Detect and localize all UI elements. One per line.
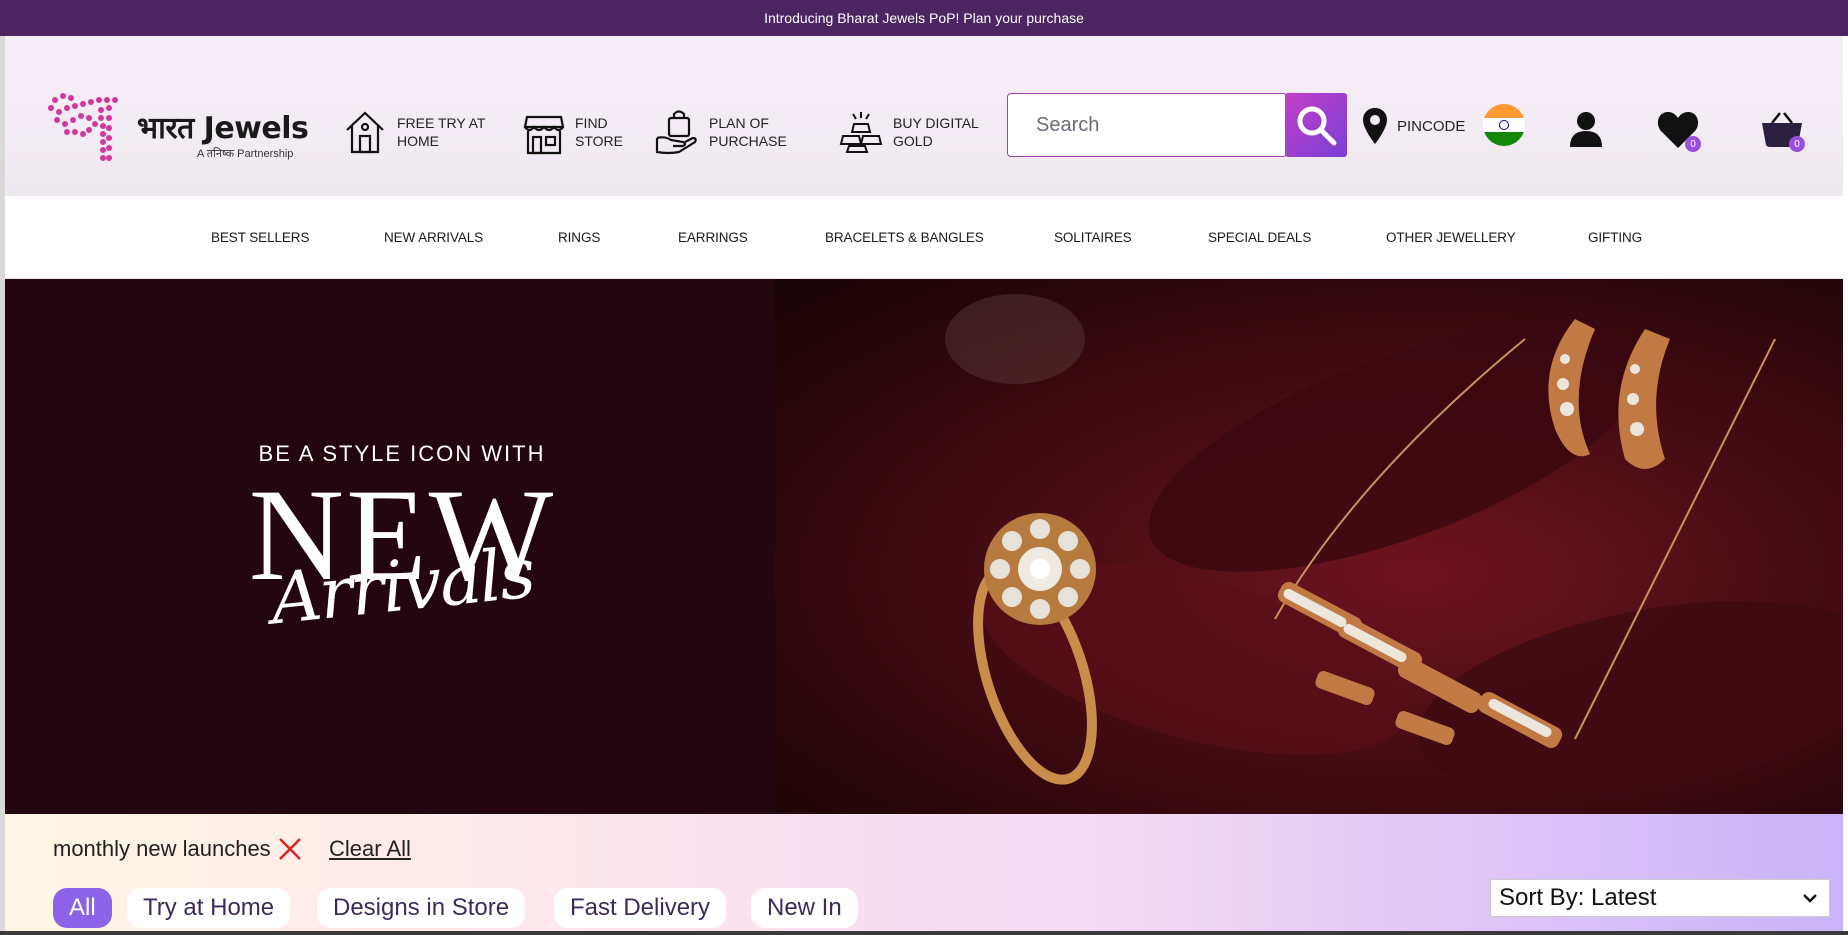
search-icon <box>1297 106 1337 146</box>
pincode-label: PINCODE <box>1397 117 1466 135</box>
brand-tagline: A तनिष्क Partnership <box>197 148 294 160</box>
sort-label: Sort By: Latest <box>1499 884 1657 911</box>
promo-text: Introducing Bharat Jewels PoP! Plan your… <box>764 10 1084 26</box>
cart-count-badge: 0 <box>1789 136 1805 152</box>
nav-item-gifting[interactable]: GIFTING <box>1588 230 1642 245</box>
nav-item-special-deals[interactable]: SPECIAL DEALS <box>1208 230 1311 245</box>
close-icon <box>278 838 301 860</box>
nav-item-other-jewellery[interactable]: OTHER JEWELLERY <box>1386 230 1516 245</box>
brand-name: भारत Jewels <box>137 111 309 146</box>
india-flag-icon[interactable] <box>1483 104 1525 146</box>
nav-item-solitaires[interactable]: SOLITAIRES <box>1054 230 1132 245</box>
logo-monogram-icon <box>48 93 118 161</box>
plan-of-purchase-label: PLAN OF PURCHASE <box>709 115 787 149</box>
brand-logo[interactable]: भारत Jewels A तनिष्क Partnership <box>45 88 325 168</box>
window-bottom-edge <box>0 931 1848 935</box>
chip-new-in[interactable]: New In <box>751 888 858 928</box>
page-frame: भारत Jewels A तनिष्क Partnership FREE TR… <box>0 36 1848 935</box>
free-try-at-home-label: FREE TRY AT HOME <box>397 115 486 149</box>
promo-banner[interactable]: Introducing Bharat Jewels PoP! Plan your… <box>0 0 1848 36</box>
buy-digital-gold-link[interactable]: BUY DIGITAL GOLD <box>839 102 1013 162</box>
buy-digital-gold-label: BUY DIGITAL GOLD <box>893 115 979 149</box>
search-button[interactable] <box>1285 93 1347 157</box>
filter-bar: monthly new launches Clear All All Try a… <box>5 814 1843 935</box>
clear-all-link[interactable]: Clear All <box>329 836 411 862</box>
chip-all[interactable]: All <box>53 888 112 928</box>
hero-text-panel: BE A STYLE ICON WITH NEW Arrivals <box>5 279 775 814</box>
account-button[interactable] <box>1561 104 1611 154</box>
hero-jewellery-image <box>775 279 1843 814</box>
gold-bars-icon <box>839 112 883 153</box>
wishlist-button[interactable]: 0 <box>1653 104 1703 154</box>
site-header: भारत Jewels A तनिष्क Partnership FREE TR… <box>5 36 1843 196</box>
jewellery-photo-illustration <box>945 294 1843 797</box>
remove-filter-button[interactable] <box>277 836 303 862</box>
nav-item-new-arrivals[interactable]: NEW ARRIVALS <box>384 230 483 245</box>
shopping-bag-hand-icon <box>655 110 697 155</box>
nav-item-bracelets-bangles[interactable]: BRACELETS & BANGLES <box>825 230 984 245</box>
pincode-selector[interactable]: PINCODE <box>1363 108 1465 144</box>
find-store-label: FIND STORE <box>575 115 623 149</box>
location-pin-icon <box>1363 108 1387 144</box>
user-icon <box>1570 112 1602 147</box>
wishlist-count-badge: 0 <box>1685 136 1701 152</box>
chip-try-at-home[interactable]: Try at Home <box>127 888 291 928</box>
category-nav: BEST SELLERS NEW ARRIVALS RINGS EARRINGS… <box>5 196 1843 279</box>
plan-of-purchase-link[interactable]: PLAN OF PURCHASE <box>655 102 799 162</box>
hero-banner[interactable]: BE A STYLE ICON WITH NEW Arrivals <box>5 279 1843 814</box>
free-try-at-home-link[interactable]: FREE TRY AT HOME <box>343 102 517 162</box>
applied-filter-label: monthly new launches <box>53 836 271 861</box>
nav-item-rings[interactable]: RINGS <box>558 230 600 245</box>
chip-designs-in-store[interactable]: Designs in Store <box>317 888 526 928</box>
home-icon <box>346 111 384 154</box>
chip-fast-delivery[interactable]: Fast Delivery <box>554 888 727 928</box>
sort-dropdown[interactable]: Sort By: Latest <box>1490 879 1830 917</box>
applied-filter-tag: monthly new launches <box>53 836 303 862</box>
search-input[interactable] <box>1007 93 1287 157</box>
cart-button[interactable]: 0 <box>1757 104 1807 154</box>
find-store-link[interactable]: FIND STORE <box>523 102 635 162</box>
search-bar <box>1007 93 1347 157</box>
chevron-down-icon <box>1803 894 1817 903</box>
nav-item-earrings[interactable]: EARRINGS <box>678 230 748 245</box>
nav-item-best-sellers[interactable]: BEST SELLERS <box>211 230 309 245</box>
store-icon <box>523 115 565 155</box>
